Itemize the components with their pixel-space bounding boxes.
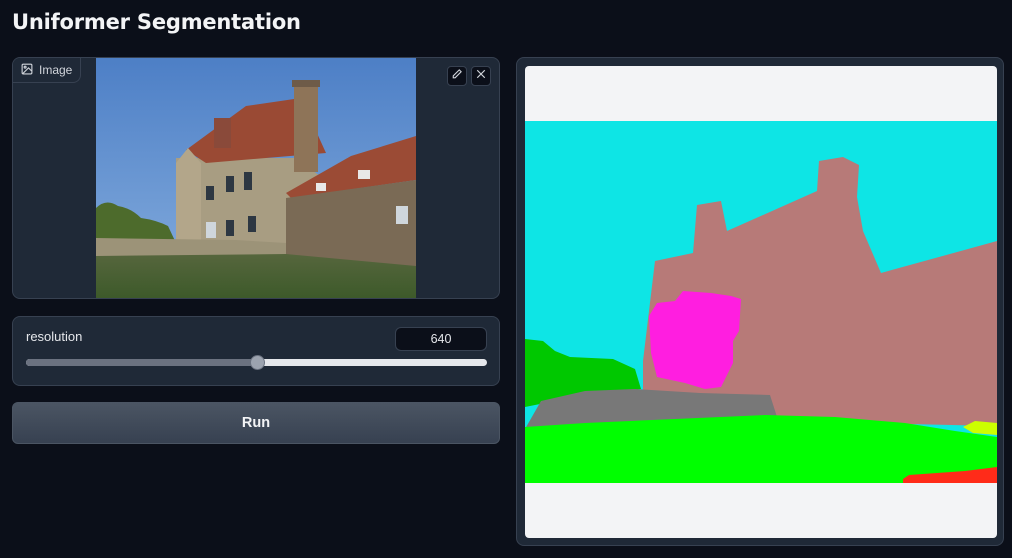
run-button[interactable]: Run [12,402,500,444]
input-photo [96,58,416,298]
resolution-number-input[interactable]: 640 [395,327,487,351]
pencil-icon [451,67,463,85]
slider-fill [26,359,257,366]
image-label-text: Image [39,63,73,77]
image-label-badge: Image [13,58,82,83]
page-title: Uniformer Segmentation [12,10,301,34]
segmentation-result-image [525,121,997,483]
close-icon [475,67,487,85]
window-region [649,291,741,389]
image-icon [21,63,33,78]
output-panel [516,57,1004,546]
resolution-slider-track[interactable] [26,355,487,370]
clear-button[interactable] [471,66,491,86]
input-image-panel[interactable]: Image [12,57,500,299]
resolution-label: resolution [26,329,83,344]
slider-thumb[interactable] [249,355,265,370]
output-image-frame [525,66,997,538]
resolution-slider-panel: resolution 640 [12,316,500,386]
edit-button[interactable] [447,66,467,86]
